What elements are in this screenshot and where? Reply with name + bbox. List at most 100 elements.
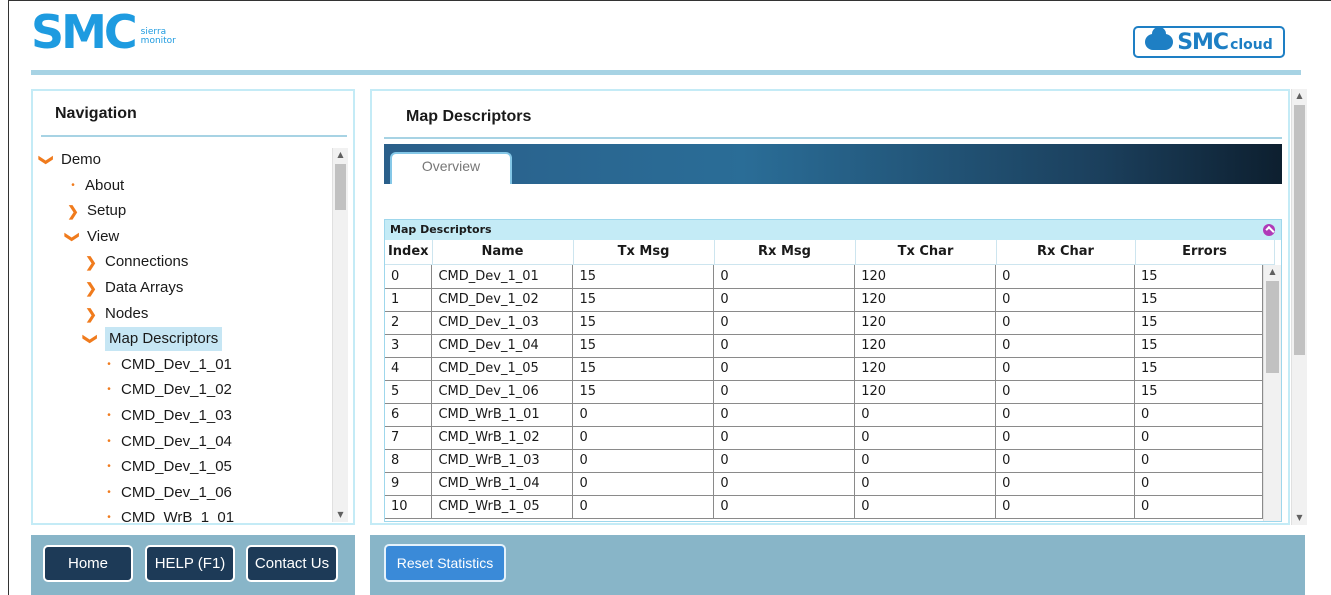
grid-caption-label: Map Descriptors bbox=[390, 223, 492, 236]
table-cell: 0 bbox=[854, 472, 997, 496]
table-row[interactable]: 2 CMD_Dev_1_03 15 0 120 0 15 bbox=[385, 311, 1263, 335]
table-cell: 0 bbox=[713, 265, 856, 289]
table-row[interactable]: 1 CMD_Dev_1_02 15 0 120 0 15 bbox=[385, 288, 1263, 312]
nav-item[interactable]: • About bbox=[65, 174, 124, 198]
bullet-icon: • bbox=[107, 410, 111, 421]
navigation-panel: Navigation ❯ Demo • About ❯ Setup ❯ View ❯ Connec… bbox=[31, 89, 355, 525]
nav-item[interactable]: • CMD_Dev_1_06 bbox=[101, 481, 232, 505]
table-cell: 15 bbox=[572, 265, 715, 289]
table-cell: 0 bbox=[385, 265, 433, 289]
table-cell: 0 bbox=[1134, 403, 1263, 427]
cloud-brand-text: SMC bbox=[1177, 29, 1229, 55]
table-cell: 9 bbox=[385, 472, 433, 496]
scroll-up-icon[interactable]: ▲ bbox=[1264, 265, 1281, 279]
table-cell: 120 bbox=[854, 311, 997, 335]
nav-item[interactable]: ❯ Connections bbox=[83, 250, 188, 274]
table-cell: 120 bbox=[854, 288, 997, 312]
nav-item[interactable]: • CMD_Dev_1_01 bbox=[101, 353, 232, 377]
reset-statistics-button[interactable]: Reset Statistics bbox=[384, 544, 506, 582]
table-cell: 0 bbox=[1134, 495, 1263, 519]
contact-us-button[interactable]: Contact Us bbox=[246, 545, 338, 582]
nav-item[interactable]: ❯ Data Arrays bbox=[83, 276, 183, 300]
table-cell: 0 bbox=[713, 472, 856, 496]
page-scroll-thumb[interactable] bbox=[1294, 105, 1305, 355]
bullet-icon: • bbox=[107, 486, 111, 498]
scroll-down-icon[interactable]: ▼ bbox=[1292, 511, 1307, 525]
nav-item[interactable]: ❯ Demo bbox=[39, 148, 101, 172]
nav-item[interactable]: • CMD_Dev_1_04 bbox=[101, 430, 232, 454]
table-cell: 0 bbox=[854, 449, 997, 473]
table-cell: 0 bbox=[995, 403, 1136, 427]
collapse-icon[interactable] bbox=[1263, 224, 1275, 236]
table-row[interactable]: 3 CMD_Dev_1_04 15 0 120 0 15 bbox=[385, 334, 1263, 358]
table-cell: 15 bbox=[1134, 334, 1263, 358]
nav-item[interactable]: ❯ View bbox=[65, 225, 119, 249]
nav-item[interactable]: • CMD_Dev_1_03 bbox=[101, 404, 232, 428]
table-row[interactable]: 8 CMD_WrB_1_03 0 0 0 0 0 bbox=[385, 449, 1263, 473]
nav-item-label: Map Descriptors bbox=[105, 327, 223, 352]
table-cell: 0 bbox=[713, 426, 856, 450]
nav-item-label: Demo bbox=[61, 151, 102, 168]
table-cell: 8 bbox=[385, 449, 433, 473]
table-cell: 0 bbox=[995, 380, 1136, 404]
table-cell: 0 bbox=[995, 426, 1136, 450]
table-cell: 0 bbox=[995, 449, 1136, 473]
grid-scroll-thumb[interactable] bbox=[1266, 281, 1279, 373]
home-button[interactable]: Home bbox=[43, 545, 133, 582]
table-cell: 7 bbox=[385, 426, 433, 450]
nav-item-label: CMD_Dev_1_05 bbox=[121, 458, 232, 476]
chevron-down-icon: ❯ bbox=[83, 333, 99, 346]
help-button[interactable]: HELP (F1) bbox=[145, 545, 235, 582]
nav-item-label: CMD_Dev_1_06 bbox=[121, 483, 232, 501]
table-cell: 0 bbox=[995, 334, 1136, 358]
bullet-icon: • bbox=[107, 384, 111, 396]
nav-item[interactable]: • CMD_Dev_1_02 bbox=[101, 378, 232, 402]
main-divider bbox=[384, 137, 1282, 139]
nav-item-label: Setup bbox=[87, 202, 127, 220]
nav-item[interactable]: ❯ Setup bbox=[65, 199, 126, 223]
navigation-divider bbox=[41, 135, 347, 137]
table-cell: 0 bbox=[995, 472, 1136, 496]
column-header: Tx Char bbox=[855, 240, 997, 265]
table-row[interactable]: 10 CMD_WrB_1_05 0 0 0 0 0 bbox=[385, 495, 1263, 519]
table-cell: CMD_Dev_1_06 bbox=[431, 380, 574, 404]
table-cell: 0 bbox=[713, 495, 856, 519]
grid-scrollbar[interactable]: ▲ bbox=[1263, 265, 1281, 521]
table-row[interactable]: 6 CMD_WrB_1_01 0 0 0 0 0 bbox=[385, 403, 1263, 427]
nav-item[interactable]: ❯ Map Descriptors bbox=[83, 327, 223, 352]
table-cell: 1 bbox=[385, 288, 433, 312]
scroll-down-icon[interactable]: ▼ bbox=[333, 508, 348, 522]
column-header: Rx Msg bbox=[714, 240, 856, 265]
scroll-up-icon[interactable]: ▲ bbox=[1292, 89, 1307, 103]
table-cell: 0 bbox=[995, 311, 1136, 335]
tab-overview[interactable]: Overview bbox=[390, 152, 512, 184]
nav-item[interactable]: ❯ Nodes bbox=[83, 302, 148, 326]
table-cell: 0 bbox=[995, 265, 1136, 289]
navigation-title: Navigation bbox=[55, 105, 137, 122]
nav-item[interactable]: • CMD_Dev_1_05 bbox=[101, 455, 232, 479]
navigation-scrollbar[interactable]: ▲ ▼ bbox=[332, 148, 348, 522]
table-cell: 0 bbox=[572, 426, 715, 450]
table-row[interactable]: 9 CMD_WrB_1_04 0 0 0 0 0 bbox=[385, 472, 1263, 496]
table-cell: CMD_WrB_1_05 bbox=[431, 495, 574, 519]
nav-item-label: CMD_Dev_1_04 bbox=[121, 432, 232, 450]
table-row[interactable]: 7 CMD_WrB_1_02 0 0 0 0 0 bbox=[385, 426, 1263, 450]
smc-cloud-button[interactable]: SMC cloud bbox=[1133, 26, 1285, 58]
table-cell: CMD_Dev_1_01 bbox=[431, 265, 574, 289]
cloud-icon bbox=[1145, 27, 1174, 50]
chevron-right-icon: ❯ bbox=[85, 254, 97, 271]
nav-item[interactable]: • CMD_WrB_1_01 bbox=[101, 506, 234, 522]
table-row[interactable]: 4 CMD_Dev_1_05 15 0 120 0 15 bbox=[385, 357, 1263, 381]
table-cell: 15 bbox=[1134, 380, 1263, 404]
scroll-up-icon[interactable]: ▲ bbox=[333, 148, 348, 162]
page-scrollbar[interactable]: ▲ ▼ bbox=[1291, 89, 1307, 525]
table-cell: 0 bbox=[1134, 426, 1263, 450]
navigation-scroll-thumb[interactable] bbox=[335, 164, 346, 210]
table-cell: 0 bbox=[713, 403, 856, 427]
table-cell: CMD_WrB_1_04 bbox=[431, 472, 574, 496]
table-row[interactable]: 0 CMD_Dev_1_01 15 0 120 0 15 bbox=[385, 265, 1263, 289]
table-cell: 0 bbox=[1134, 449, 1263, 473]
page-title: Map Descriptors bbox=[406, 108, 532, 125]
table-row[interactable]: 5 CMD_Dev_1_06 15 0 120 0 15 bbox=[385, 380, 1263, 404]
nav-item-label: Nodes bbox=[105, 304, 149, 322]
